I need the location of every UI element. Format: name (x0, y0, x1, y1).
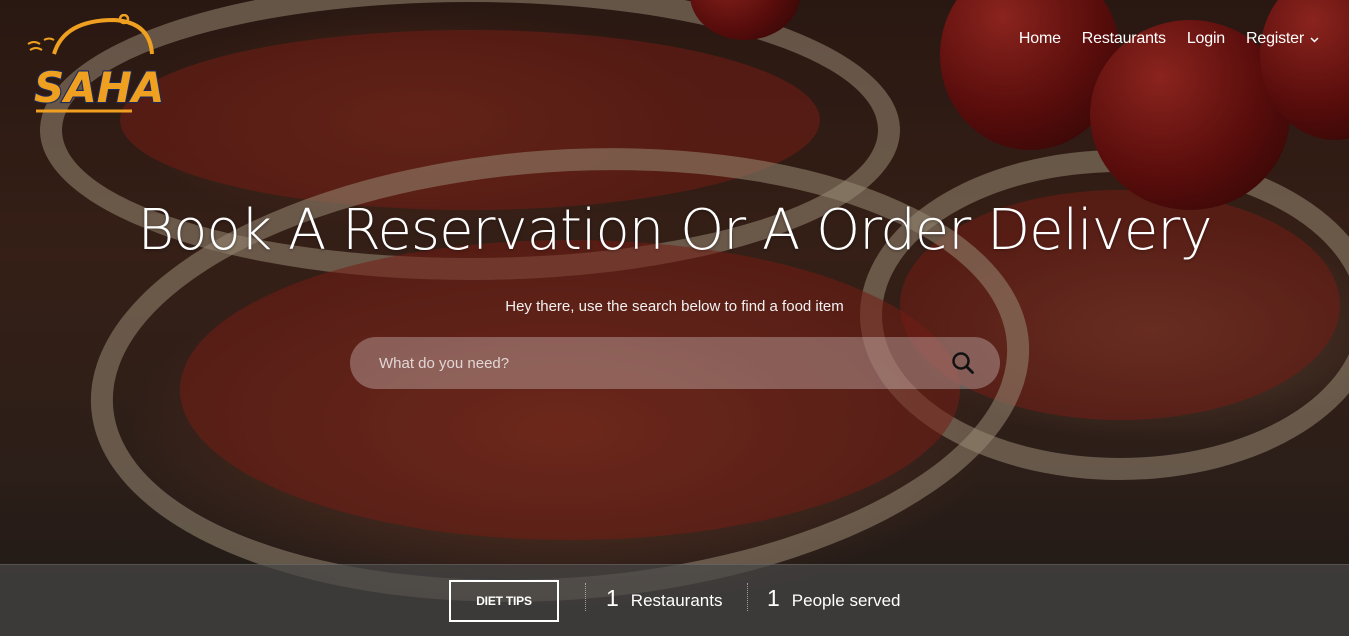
nav-register-label: Register (1246, 30, 1304, 47)
nav-restaurants[interactable]: Restaurants (1082, 30, 1166, 48)
nav-login[interactable]: Login (1187, 30, 1225, 48)
brand-logo[interactable]: SAHANI (24, 13, 216, 118)
stats-bar: DIET TIPS 1 Restaurants 1 People served (0, 564, 1349, 636)
divider (585, 583, 586, 611)
search-icon (952, 352, 974, 374)
nav-home[interactable]: Home (1019, 30, 1061, 48)
hero-background (0, 0, 1349, 636)
hero-overlay (0, 0, 1349, 636)
stat-restaurants: 1 Restaurants (606, 585, 722, 612)
chevron-down-icon (1310, 37, 1319, 43)
main-nav: Home Restaurants Login Register (1019, 30, 1319, 48)
search-bar (350, 337, 1000, 389)
divider (747, 583, 748, 611)
nav-register[interactable]: Register (1246, 30, 1319, 48)
stat-value: 1 (606, 585, 619, 611)
stat-value: 1 (767, 585, 780, 611)
search-button[interactable] (948, 348, 978, 378)
hero-headline: Book A Reservation Or A Order Delivery (137, 198, 1213, 263)
stat-label: People served (791, 591, 901, 610)
diet-tips-button[interactable]: DIET TIPS (449, 580, 559, 622)
stat-label: Restaurants (630, 591, 723, 610)
search-input[interactable] (379, 354, 948, 372)
logo-text: SAHANI (34, 63, 164, 112)
logo-graphic: SAHANI (27, 13, 216, 113)
stat-people-served: 1 People served (767, 585, 900, 612)
hero-subtitle: Hey there, use the search below to find … (505, 298, 844, 315)
